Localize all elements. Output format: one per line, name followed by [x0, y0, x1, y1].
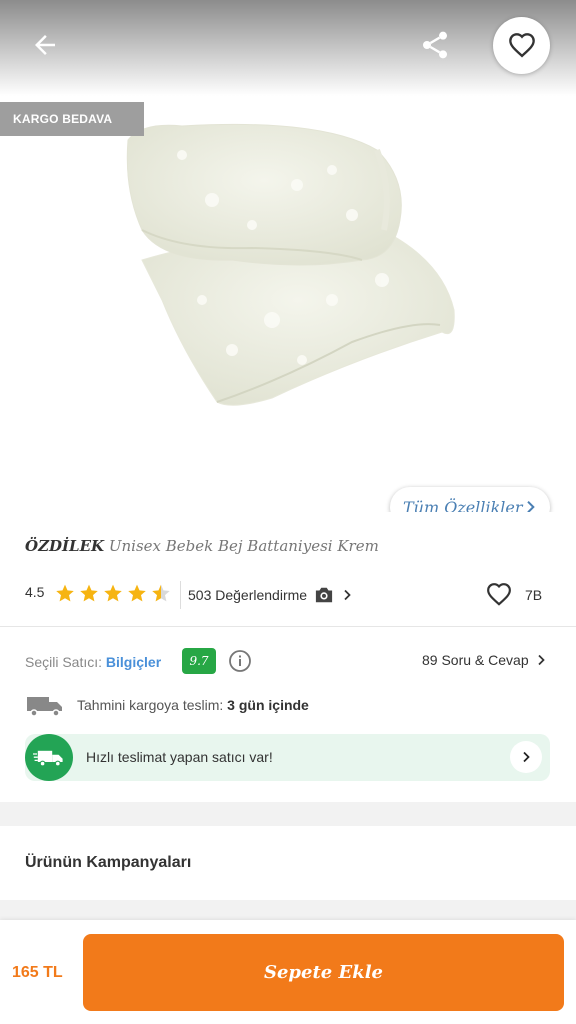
- all-specs-button[interactable]: Tüm Özellikler: [390, 487, 550, 512]
- truck-icon: [27, 697, 62, 717]
- seller-score-badge: 9.7: [182, 648, 216, 674]
- rating-divider: [180, 581, 181, 609]
- chevron-right-icon: [523, 751, 530, 763]
- heart-outline-icon: [508, 32, 535, 58]
- shipping-estimate-row: Tahmini kargoya teslim: 3 gün içinde: [25, 692, 555, 720]
- price: 165 TL: [12, 964, 63, 981]
- camera-icon: [315, 587, 333, 603]
- info-icon[interactable]: [228, 649, 252, 673]
- product-image[interactable]: [122, 110, 458, 415]
- rating-value: 4.5: [25, 584, 45, 600]
- chevron-right-icon: [527, 500, 535, 512]
- share-icon: [423, 31, 447, 59]
- fast-delivery-banner[interactable]: Hızlı teslimat yapan satıcı var!: [25, 734, 550, 781]
- fast-delivery-arrow-button[interactable]: [510, 741, 542, 773]
- product-title: ÖZDİLEK Unisex Bebek Bej Battaniyesi Kre…: [25, 537, 555, 555]
- seller-label: Seçili Satıcı: Bilgiçler: [25, 654, 162, 670]
- truck-icon: [33, 750, 63, 767]
- shipping-estimate-text: Tahmini kargoya teslim: 3 gün içinde: [77, 697, 309, 713]
- qa-label: 89 Soru & Cevap: [422, 652, 529, 668]
- favorite-button[interactable]: [493, 17, 550, 74]
- favorites-count[interactable]: 7B: [485, 582, 542, 608]
- all-specs-label: Tüm Özellikler: [403, 497, 523, 513]
- fast-delivery-icon-badge: [25, 734, 73, 781]
- questions-answers-link[interactable]: 89 Soru & Cevap: [422, 652, 547, 668]
- chevron-right-icon: [538, 654, 545, 666]
- fast-delivery-text: Hızlı teslimat yapan satıcı var!: [86, 749, 273, 765]
- add-to-cart-button[interactable]: Sepete Ekle: [83, 934, 564, 1011]
- rating-row: 4.5 503 Değerlendirme 7B: [25, 580, 555, 612]
- add-to-cart-label: Sepete Ekle: [263, 962, 383, 983]
- campaigns-section[interactable]: Ürünün Kampanyaları: [0, 826, 576, 900]
- reviews-count: 503 Değerlendirme: [188, 587, 308, 603]
- product-name: Unisex Bebek Bej Battaniyesi Krem: [108, 537, 379, 555]
- product-gallery[interactable]: KARGO BEDAVA Tüm Özellikler: [0, 0, 576, 512]
- divider: [0, 626, 576, 627]
- seller-name-link[interactable]: Bilgiçler: [106, 654, 161, 670]
- share-button[interactable]: [412, 24, 458, 66]
- campaigns-title: Ürünün Kampanyaları: [25, 854, 192, 871]
- chevron-right-icon: [344, 589, 351, 601]
- free-shipping-badge: KARGO BEDAVA: [0, 102, 144, 136]
- star-icon: [104, 584, 122, 602]
- back-button[interactable]: [22, 24, 68, 66]
- rating-stars: [55, 583, 171, 603]
- favorites-count-label: 7B: [525, 587, 543, 603]
- bottom-action-bar: 165 TL Sepete Ekle: [0, 920, 576, 1024]
- star-icon: [56, 584, 74, 602]
- brand-name[interactable]: ÖZDİLEK: [25, 537, 104, 555]
- reviews-link[interactable]: 503 Değerlendirme: [188, 586, 353, 604]
- heart-outline-icon: [487, 583, 511, 606]
- star-icon: [128, 584, 146, 602]
- arrow-left-icon: [35, 35, 55, 55]
- header-gradient: [0, 0, 576, 96]
- seller-row: Seçili Satıcı: Bilgiçler 9.7 89 Soru & C…: [25, 646, 555, 678]
- half-star-icon: [152, 584, 170, 602]
- star-icon: [80, 584, 98, 602]
